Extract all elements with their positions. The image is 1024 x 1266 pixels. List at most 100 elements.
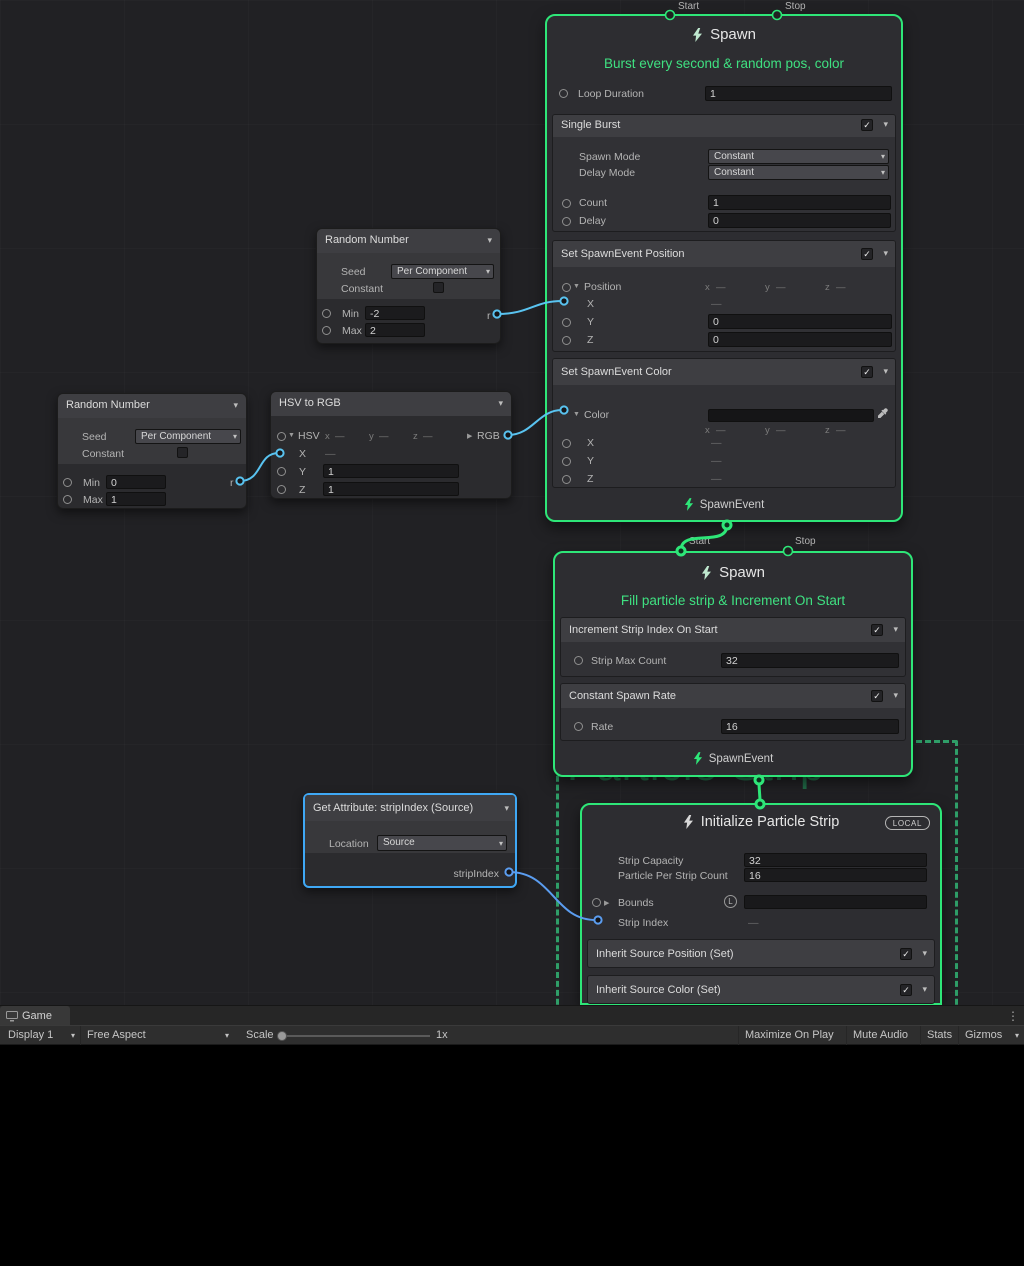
spawn-context-1[interactable]: Spawn Burst every second & random pos, c… [545,14,903,522]
node-header[interactable]: Random Number ▾ [58,394,246,418]
min-port[interactable] [322,309,331,318]
constant-checkbox[interactable] [177,447,188,458]
position-y-port[interactable] [562,318,571,327]
position-z-port[interactable] [562,336,571,345]
spawn-context-2[interactable]: Spawn Fill particle strip & Increment On… [553,551,913,777]
max-port[interactable] [322,326,331,335]
node-header[interactable]: HSV to RGB ▾ [271,392,511,416]
hsv-to-rgb-node[interactable]: HSV to RGB ▾ ▼ HSV x — y — z — ▶ RGB X —… [270,391,512,499]
expander-right-icon[interactable]: ▶ [604,899,609,907]
increment-checkbox[interactable]: ✓ [871,624,883,636]
node-header[interactable]: Random Number ▾ [317,229,500,253]
expander-down-icon[interactable]: ▼ [573,283,580,290]
more-options-icon[interactable]: ⋮ [1007,1009,1019,1023]
set-spawnevent-color-block[interactable]: Set SpawnEvent Color ✓ ▾ ▼ Color x — y —… [552,358,896,488]
position-port[interactable] [562,283,571,292]
bounds-field[interactable] [744,895,927,909]
min-field[interactable]: 0 [106,475,166,489]
single-burst-header[interactable]: Single Burst ✓ ▾ [553,115,895,137]
chevron-down-icon[interactable]: ▾ [504,803,509,814]
expander-right-icon[interactable]: ▶ [467,432,472,440]
loop-duration-port[interactable] [559,89,568,98]
hsv-z-port[interactable] [277,485,286,494]
hsv-y-field[interactable]: 1 [323,464,459,478]
rate-block-header[interactable]: Constant Spawn Rate ✓ ▾ [561,684,905,708]
max-field[interactable]: 2 [365,323,425,337]
color-field[interactable] [708,409,874,422]
chevron-down-icon[interactable]: ▾ [893,624,898,635]
hsv-z-field[interactable]: 1 [323,482,459,496]
rate-port[interactable] [574,722,583,731]
set-color-checkbox[interactable]: ✓ [861,366,873,378]
chevron-down-icon[interactable]: ▾ [922,984,927,995]
eyedropper-icon[interactable] [877,408,888,419]
count-field[interactable]: 1 [708,195,891,210]
rate-checkbox[interactable]: ✓ [871,690,883,702]
seed-dropdown[interactable]: Per Component▾ [135,429,241,444]
min-port[interactable] [63,478,72,487]
strip-max-count-field[interactable]: 32 [721,653,899,668]
maximize-on-play-button[interactable]: Maximize On Play [738,1026,840,1045]
particle-per-strip-count-field[interactable]: 16 [744,868,927,882]
hsv-input-port[interactable] [277,432,286,441]
set-position-checkbox[interactable]: ✓ [861,248,873,260]
max-port[interactable] [63,495,72,504]
position-y-field[interactable]: 0 [708,314,892,329]
increment-block-header[interactable]: Increment Strip Index On Start ✓ ▾ [561,618,905,642]
max-field[interactable]: 1 [106,492,166,506]
color-y-port[interactable] [562,457,571,466]
node-header[interactable]: Get Attribute: stripIndex (Source) ▾ [305,795,515,821]
chevron-down-icon[interactable]: ▾ [487,235,492,246]
chevron-down-icon[interactable]: ▾ [883,248,888,259]
delay-port[interactable] [562,217,571,226]
seed-dropdown[interactable]: Per Component▾ [391,264,494,279]
scale-slider-track[interactable] [282,1035,430,1037]
loop-duration-field[interactable]: 1 [705,86,892,101]
spawn-mode-dropdown[interactable]: Constant▾ [708,149,889,164]
inherit-source-color-block[interactable]: Inherit Source Color (Set) ✓ ▾ [587,975,935,1004]
strip-capacity-field[interactable]: 32 [744,853,927,867]
tab-game[interactable]: Game [0,1006,70,1026]
set-color-header[interactable]: Set SpawnEvent Color ✓ ▾ [553,359,895,385]
aspect-dropdown[interactable]: Free Aspect▾ [80,1026,232,1045]
hsv-y-port[interactable] [277,467,286,476]
initialize-particle-strip-context[interactable]: Initialize Particle Strip LOCAL Strip Ca… [580,803,942,1005]
gizmos-dropdown[interactable]: Gizmos▾ [958,1026,1022,1045]
inherit-position-checkbox[interactable]: ✓ [900,948,912,960]
single-burst-block[interactable]: Single Burst ✓ ▾ Spawn Mode Constant▾ De… [552,114,896,232]
chevron-down-icon[interactable]: ▾ [893,690,898,701]
scale-slider-handle[interactable] [277,1031,287,1041]
bounds-port[interactable] [592,898,601,907]
single-burst-checkbox[interactable]: ✓ [861,119,873,131]
stats-button[interactable]: Stats [920,1026,958,1045]
mute-audio-button[interactable]: Mute Audio [846,1026,914,1045]
position-z-field[interactable]: 0 [708,332,892,347]
chevron-down-icon[interactable]: ▾ [922,948,927,959]
random-number-node-2[interactable]: Random Number ▾ Seed Per Component▾ Cons… [57,393,247,509]
constant-spawn-rate-block[interactable]: Constant Spawn Rate ✓ ▾ Rate 16 [560,683,906,741]
rate-field[interactable]: 16 [721,719,899,734]
inherit-source-position-block[interactable]: Inherit Source Position (Set) ✓ ▾ [587,939,935,968]
vfx-graph-canvas[interactable]: Particle Strip Start Stop Start Stop Spa… [0,0,1024,1005]
location-dropdown[interactable]: Source▾ [377,835,507,851]
local-space-icon[interactable]: L [724,895,737,908]
inherit-color-checkbox[interactable]: ✓ [900,984,912,996]
chevron-down-icon[interactable]: ▾ [233,400,238,411]
chevron-down-icon[interactable]: ▾ [883,366,888,377]
count-port[interactable] [562,199,571,208]
set-spawnevent-position-block[interactable]: Set SpawnEvent Position ✓ ▾ ▼ Position x… [552,240,896,352]
spawn1-spawnevent-output-port[interactable] [723,521,731,529]
color-x-port[interactable] [562,439,571,448]
random-number-node-1[interactable]: Random Number ▾ Seed Per Component▾ Cons… [316,228,501,344]
increment-strip-index-block[interactable]: Increment Strip Index On Start ✓ ▾ Strip… [560,617,906,677]
delay-field[interactable]: 0 [708,213,891,228]
set-position-header[interactable]: Set SpawnEvent Position ✓ ▾ [553,241,895,267]
chevron-down-icon[interactable]: ▾ [498,398,503,409]
strip-max-count-port[interactable] [574,656,583,665]
display-dropdown[interactable]: Display 1▾ [2,1026,78,1045]
min-field[interactable]: -2 [365,306,425,320]
expander-down-icon[interactable]: ▼ [288,432,295,439]
get-attribute-node[interactable]: Get Attribute: stripIndex (Source) ▾ Loc… [303,793,517,888]
constant-checkbox[interactable] [433,282,444,293]
local-space-badge[interactable]: LOCAL [885,816,930,830]
